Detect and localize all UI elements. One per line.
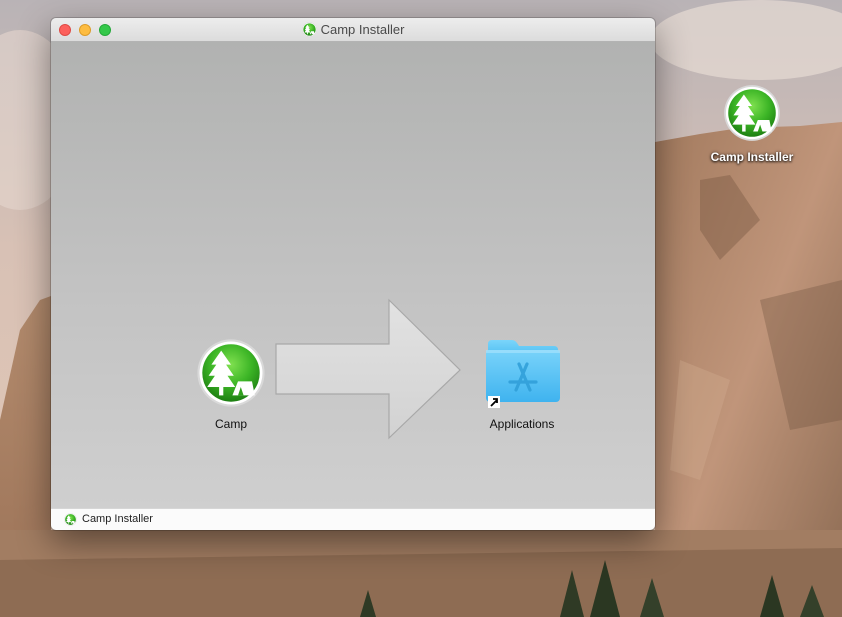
applications-folder-label: Applications <box>489 417 555 431</box>
drag-to-install-arrow <box>275 298 461 440</box>
window-title: Camp Installer <box>320 22 405 37</box>
camp-app-label: Camp <box>214 417 247 431</box>
window-title-group: Camp Installer <box>51 22 655 37</box>
camp-app-icon <box>64 513 77 526</box>
desktop-icon-label: Camp Installer <box>710 150 794 164</box>
desktop-icon-camp-installer[interactable]: Camp Installer <box>690 84 814 164</box>
applications-folder-item[interactable]: Applications <box>477 338 567 431</box>
camp-app-icon <box>302 22 317 37</box>
camp-app-item[interactable]: Camp <box>191 338 271 431</box>
title-bar[interactable]: Camp Installer <box>51 18 655 42</box>
window-content: Camp Applications <box>51 42 655 508</box>
camp-app-icon <box>723 84 781 142</box>
camp-app-icon <box>196 338 266 408</box>
path-bar: Camp Installer <box>51 508 655 530</box>
finder-window: Camp Installer Camp Applications Camp In… <box>51 18 655 530</box>
path-bar-item[interactable]: Camp Installer <box>82 513 153 525</box>
alias-arrow-icon <box>488 396 500 408</box>
